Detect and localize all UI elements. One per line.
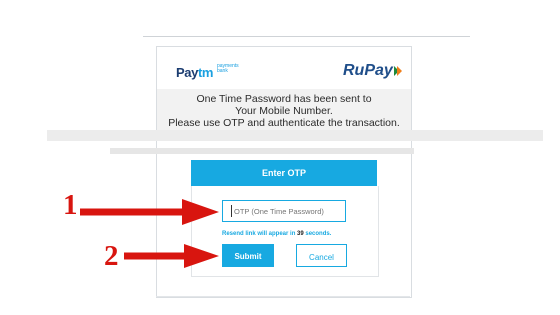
annotation-marker-1: 1 bbox=[63, 189, 78, 221]
annotation-arrows bbox=[80, 199, 219, 268]
arrow-2-icon bbox=[124, 244, 219, 268]
annotation-marker-2: 2 bbox=[104, 240, 119, 272]
arrow-1-icon bbox=[80, 199, 219, 225]
